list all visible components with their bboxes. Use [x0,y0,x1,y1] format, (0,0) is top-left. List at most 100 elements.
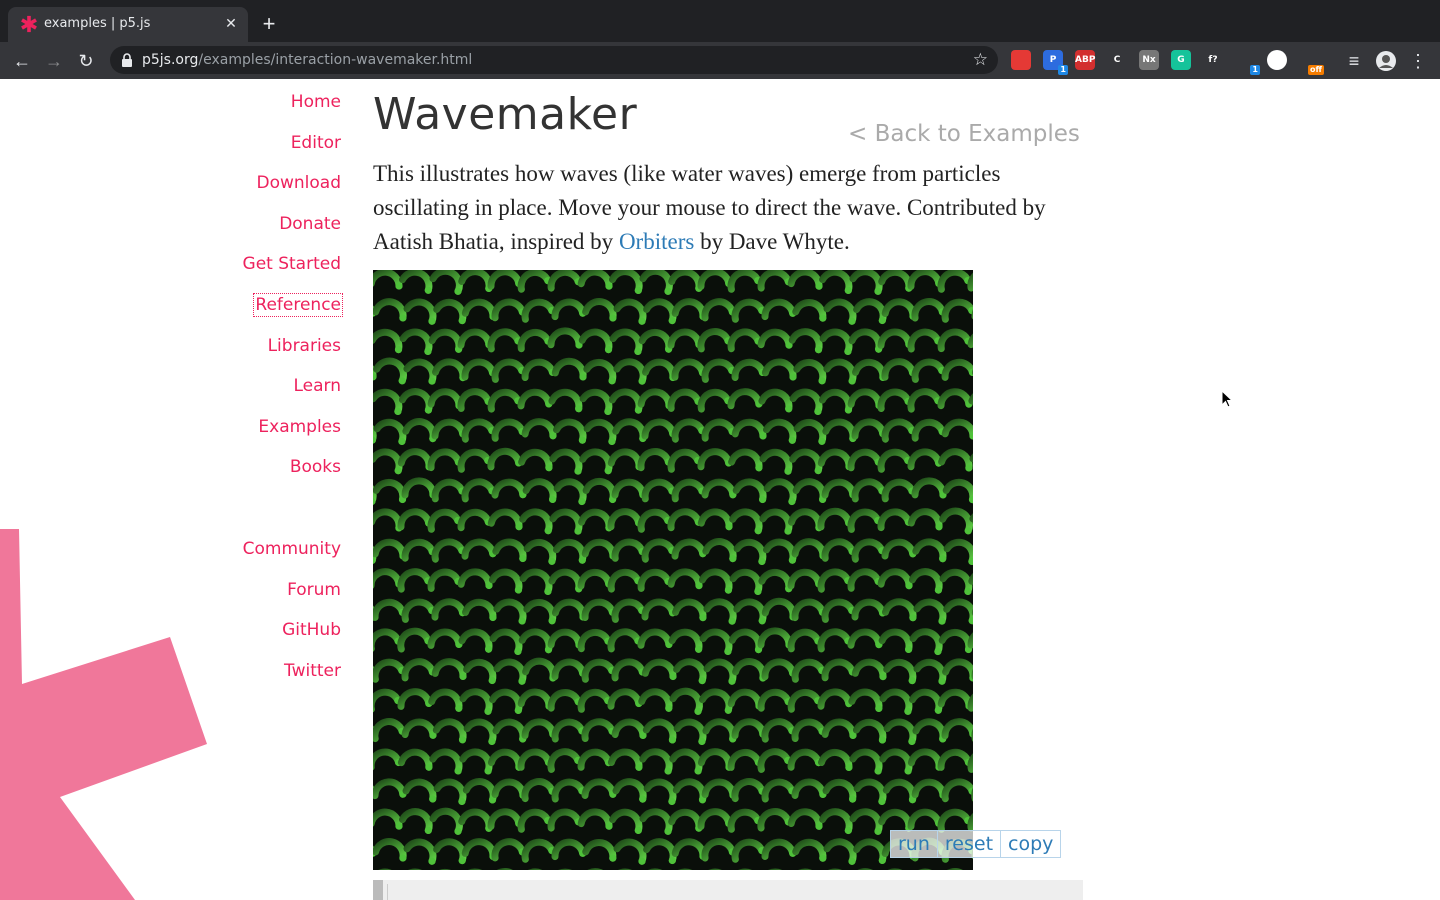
media-queue-icon[interactable]: ≡ [1342,49,1366,73]
reload-icon[interactable]: ↻ [74,49,98,73]
wave-particle [664,827,672,835]
wave-arc [727,808,762,833]
moon-ext-icon[interactable]: 1 [1235,50,1260,75]
profile-avatar-icon[interactable] [1375,50,1397,72]
wave-particle [934,706,942,714]
browser-menu-icon[interactable]: ⋮ [1406,49,1430,73]
back-to-examples-link[interactable]: < Back to Examples [848,121,1080,147]
wave-arc [967,333,973,349]
orbiters-link[interactable]: Orbiters [619,229,694,254]
wave-arc [728,448,763,472]
wave-arc [403,838,437,865]
new-tab-icon[interactable]: + [258,13,280,35]
wave-arc [397,748,433,771]
p-ext-icon[interactable]: P1 [1043,50,1068,75]
address-bar[interactable]: p5js.org/examples/interaction-wavemaker.… [110,46,998,74]
wave-particle [578,556,586,564]
sketch-canvas[interactable] [373,270,973,870]
nav-link-books[interactable]: Books [290,457,341,477]
wave-arc [907,328,942,353]
wave-arc [639,808,673,835]
wave-arc [911,358,946,383]
extension-badge: 1 [1058,65,1068,75]
editor-cursor-line [387,884,388,900]
nav-link-community[interactable]: Community [243,539,341,559]
nav-link-home[interactable]: Home [291,92,341,112]
wave-arc [433,298,467,325]
home-ext-icon[interactable]: off [1299,50,1324,75]
grammarly-icon[interactable]: G [1171,50,1191,70]
wave-particle [758,557,766,565]
wave-arc [852,718,887,744]
wave-arc [461,298,497,320]
wave-arc [793,358,827,385]
wave-arc [941,418,973,440]
lock-icon [122,53,132,67]
wave-particle [399,314,407,322]
wave-arc [642,718,677,744]
wave-arc [909,688,943,714]
wave-particle [784,467,792,475]
extension-badge: 1 [1250,65,1260,75]
adblock-plus-icon[interactable]: ABP [1075,50,1095,70]
wave-arc [697,808,733,830]
wave-arc [822,778,857,803]
cc-ext-icon[interactable]: C [1107,50,1127,70]
wave-arc [487,748,523,771]
wave-particle [849,795,857,803]
browser-toolbar: ← → ↻ p5js.org/examples/interaction-wave… [0,42,1440,79]
reset-button[interactable]: reset [936,830,1002,858]
wave-arc [609,328,643,355]
nav-link-libraries[interactable]: Libraries [268,336,341,356]
nav-link-github[interactable]: GitHub [282,620,341,640]
wave-particle [548,557,556,565]
nx-ext-icon[interactable]: Nx [1139,50,1159,70]
wave-particle [488,676,496,685]
wave-arc [727,328,762,353]
nav-link-download[interactable]: Download [256,173,341,193]
ad-shield-icon[interactable] [1011,50,1031,70]
nav-link-donate[interactable]: Donate [279,214,341,234]
wave-particle [905,645,913,653]
wave-particle [819,314,827,322]
wave-particle [398,437,406,445]
nav-link-twitter[interactable]: Twitter [284,661,341,681]
back-arrow-icon[interactable]: ← [10,49,34,73]
run-button[interactable]: run [890,830,938,858]
nav-link-editor[interactable]: Editor [291,133,341,153]
wave-arc [577,568,613,590]
wave-arc [757,328,793,349]
wave-particle [425,763,433,771]
bookmark-star-icon[interactable]: ☆ [973,50,988,70]
wave-arc [637,628,673,649]
nav-link-examples[interactable]: Examples [258,417,341,437]
wave-arc [458,628,493,653]
wave-particle [609,314,617,322]
wave-particle [574,527,582,535]
wave-arc [432,718,467,744]
wave-particle [818,437,826,445]
browser-tab[interactable]: examples | p5.js ✕ [8,7,248,42]
wave-arc [853,298,887,324]
wave-particle [878,736,886,744]
wave-particle [515,523,523,531]
nav-link-forum[interactable]: Forum [287,580,341,600]
tab-close-icon[interactable]: ✕ [222,14,240,32]
fonts-ext-icon[interactable]: f? [1203,50,1223,70]
code-editor[interactable] [373,880,1083,900]
nav-link-learn[interactable]: Learn [293,376,341,396]
dark-mode-icon[interactable] [1267,50,1287,70]
copy-button[interactable]: copy [1000,830,1062,858]
nav-link-reference[interactable]: Reference [253,293,343,317]
wave-arc [457,448,492,473]
forward-arrow-icon[interactable]: → [42,49,66,73]
wave-particle [669,672,677,681]
wave-arc [433,778,467,805]
wave-particle [668,736,676,744]
wave-arc [613,358,647,385]
wave-particle [428,857,436,865]
wave-arc [518,448,553,472]
nav-link-get-started[interactable]: Get Started [243,254,341,274]
wave-particle [664,287,672,295]
wave-arc [462,778,497,804]
